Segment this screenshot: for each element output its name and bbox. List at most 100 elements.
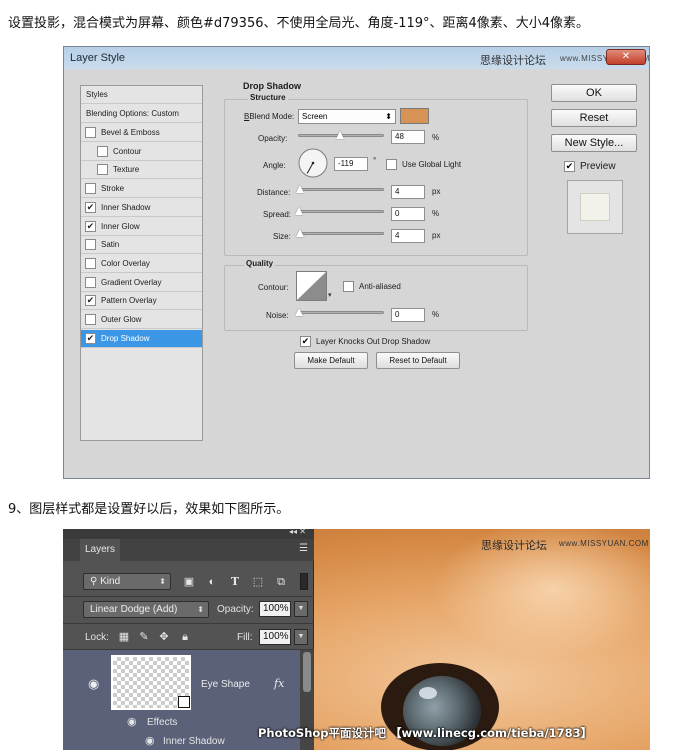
fill-field[interactable]: 100% <box>259 629 291 645</box>
new-style-button[interactable]: New Style... <box>551 134 637 152</box>
style-item-inner-glow[interactable]: ✔ Inner Glow <box>81 218 202 236</box>
style-item-contour[interactable]: Contour <box>81 143 202 161</box>
use-global-light-checkbox[interactable] <box>386 159 397 170</box>
size-field[interactable]: 4 <box>391 229 425 243</box>
reset-button[interactable]: Reset <box>551 109 637 127</box>
collapse-icon[interactable]: ◂◂ ✕ <box>289 529 306 536</box>
style-item-drop-shadow[interactable]: ✔ Drop Shadow <box>81 329 202 348</box>
style-item-pattern-overlay[interactable]: ✔ Pattern Overlay <box>81 292 202 311</box>
distance-slider-knob[interactable] <box>296 185 304 193</box>
style-checkbox[interactable] <box>85 276 96 288</box>
close-button[interactable]: ✕ <box>606 49 646 65</box>
filter-shape-icon[interactable]: ⬚ <box>251 575 265 589</box>
opacity-field[interactable]: 48 <box>391 130 425 144</box>
filter-kind-select[interactable]: ⚲ Kind ⬍ <box>83 573 171 590</box>
lock-position-icon[interactable]: ✥ <box>157 630 171 644</box>
caption-step9: 9、图层样式都是设置好以后，效果如下图所示。 <box>8 502 290 517</box>
style-checkbox[interactable] <box>97 145 108 157</box>
lock-all-icon[interactable]: 🔒︎ <box>178 630 192 644</box>
effects-visibility-icon[interactable]: ◉ <box>127 715 137 728</box>
structure-title: Structure <box>248 93 288 102</box>
lock-pixels-icon[interactable]: ✎ <box>137 630 151 644</box>
angle-dial[interactable] <box>297 147 329 179</box>
panel-menu-icon[interactable]: ☰ <box>299 543 308 554</box>
blend-mode-select[interactable]: Screen ⬍ <box>298 109 396 124</box>
styles-header[interactable]: Styles <box>81 86 202 104</box>
anti-aliased-checkbox[interactable] <box>343 281 354 292</box>
style-item-satin[interactable]: Satin <box>81 236 202 255</box>
style-item-color-overlay[interactable]: Color Overlay <box>81 255 202 273</box>
fill-dropdown[interactable]: ▼ <box>294 629 308 645</box>
style-item-label: Pattern Overlay <box>101 296 157 306</box>
style-item-stroke[interactable]: Stroke <box>81 180 202 199</box>
distance-field[interactable]: 4 <box>391 185 425 199</box>
filter-pixel-icon[interactable]: ▣ <box>182 575 196 589</box>
opacity-dropdown[interactable]: ▼ <box>294 601 308 617</box>
style-checkbox[interactable] <box>85 314 96 325</box>
style-item-outer-glow[interactable]: Outer Glow <box>81 311 202 329</box>
opacity-field[interactable]: 100% <box>259 601 291 617</box>
shadow-color-swatch[interactable] <box>400 108 429 124</box>
style-checkbox[interactable] <box>97 164 108 176</box>
style-item-label: Bevel & Emboss <box>101 128 160 137</box>
spread-slider[interactable] <box>295 207 384 215</box>
style-checkbox[interactable] <box>85 239 96 251</box>
distance-slider[interactable] <box>296 185 384 193</box>
noise-slider[interactable] <box>295 308 384 316</box>
make-default-button[interactable]: Make Default <box>294 352 368 369</box>
contour-picker[interactable]: ▾ <box>296 271 334 301</box>
quality-title: Quality <box>244 259 276 268</box>
style-item-gradient-overlay[interactable]: Gradient Overlay <box>81 274 202 292</box>
style-checkbox[interactable]: ✔ <box>85 332 96 344</box>
layer-name[interactable]: Eye Shape <box>201 679 250 690</box>
inner-shadow-label: Inner Shadow <box>163 736 225 747</box>
opacity-label: Opacity: <box>258 134 288 143</box>
preview-box <box>567 180 623 234</box>
noise-label: Noise: <box>266 311 289 320</box>
size-slider-knob[interactable] <box>296 229 304 237</box>
drop-shadow-title: Drop Shadow <box>243 81 301 91</box>
filter-smart-object-icon[interactable]: ⧉ <box>274 575 288 589</box>
blend-mode-select[interactable]: Linear Dodge (Add) ⬍ <box>83 601 209 618</box>
style-item-texture[interactable]: Texture <box>81 161 202 180</box>
reset-to-default-button[interactable]: Reset to Default <box>376 352 460 369</box>
size-slider[interactable] <box>296 229 384 237</box>
style-item-bevel-emboss[interactable]: Bevel & Emboss <box>81 124 202 142</box>
style-checkbox[interactable]: ✔ <box>85 295 96 307</box>
dialog-body: Styles Blending Options: Custom Bevel & … <box>70 75 643 472</box>
noise-slider-knob[interactable] <box>295 308 303 316</box>
style-checkbox[interactable] <box>85 127 96 138</box>
tab-layers[interactable]: Layers <box>80 539 120 561</box>
preview-checkbox[interactable]: ✔ <box>564 161 575 172</box>
angle-field[interactable]: -119 <box>334 157 368 171</box>
style-checkbox[interactable]: ✔ <box>85 220 96 232</box>
style-item-label: Satin <box>101 240 120 250</box>
style-item-label: Color Overlay <box>101 258 150 268</box>
lock-transparent-icon[interactable]: ▦ <box>117 630 131 644</box>
ok-button[interactable]: OK <box>551 84 637 102</box>
opacity-slider[interactable] <box>298 131 384 139</box>
distance-label: Distance: <box>257 188 291 197</box>
vector-mask-icon[interactable] <box>178 696 190 708</box>
noise-field[interactable]: 0 <box>391 308 425 322</box>
opacity-slider-knob[interactable] <box>336 131 345 139</box>
filter-type-icon[interactable]: T <box>228 575 242 589</box>
filter-toggle[interactable] <box>300 573 308 590</box>
spread-slider-knob[interactable] <box>295 207 303 215</box>
style-checkbox[interactable] <box>85 183 96 195</box>
select-arrow-icon: ⬍ <box>385 112 392 121</box>
style-checkbox[interactable] <box>85 257 96 269</box>
blending-options-item[interactable]: Blending Options: Custom <box>81 105 202 123</box>
contour-label: Contour: <box>258 283 289 292</box>
inner-shadow-visibility-icon[interactable]: ◉ <box>145 734 155 747</box>
style-checkbox[interactable]: ✔ <box>85 201 96 213</box>
visibility-eye-icon[interactable]: ◉ <box>88 676 99 692</box>
photo-watermark-url: www.MISSYUAN.COM <box>559 539 649 548</box>
spread-field[interactable]: 0 <box>391 207 425 221</box>
knocks-out-checkbox[interactable]: ✔ <box>300 336 311 347</box>
fx-icon[interactable]: fx <box>274 677 284 690</box>
style-item-inner-shadow[interactable]: ✔ Inner Shadow <box>81 199 202 217</box>
preview-label: Preview <box>580 161 616 172</box>
filter-adjustment-icon[interactable]: ◐ <box>205 575 219 589</box>
scrollbar-thumb[interactable] <box>303 652 311 692</box>
